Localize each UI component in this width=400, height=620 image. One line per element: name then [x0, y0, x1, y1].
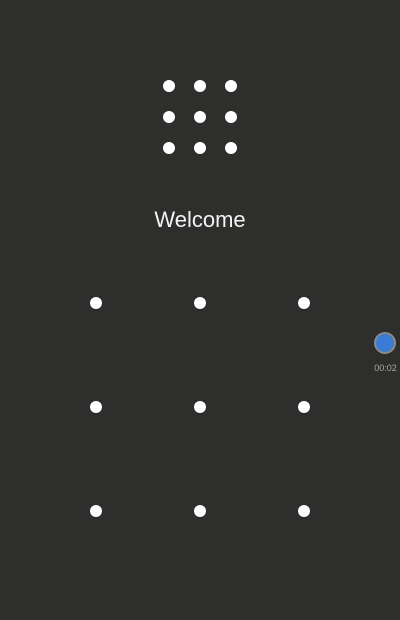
pattern-node[interactable] — [44, 251, 148, 355]
pattern-lock-grid[interactable] — [44, 251, 356, 563]
pattern-dot — [194, 297, 206, 309]
pattern-node[interactable] — [44, 459, 148, 563]
preview-dot — [194, 111, 206, 123]
preview-dot — [194, 80, 206, 92]
record-icon[interactable] — [374, 332, 396, 354]
pattern-node[interactable] — [44, 355, 148, 459]
welcome-title: Welcome — [154, 207, 246, 232]
pattern-dot — [194, 401, 206, 413]
pattern-preview — [152, 69, 247, 164]
pattern-dot — [90, 505, 102, 517]
pattern-node[interactable] — [148, 251, 252, 355]
preview-dot — [225, 80, 237, 92]
pattern-node[interactable] — [148, 459, 252, 563]
preview-dot — [163, 142, 175, 154]
pattern-node[interactable] — [252, 355, 356, 459]
preview-dot — [225, 111, 237, 123]
preview-dot — [225, 142, 237, 154]
recording-timer: 00:02 — [374, 363, 397, 373]
preview-dot — [163, 80, 175, 92]
pattern-dot — [90, 297, 102, 309]
preview-dot — [194, 142, 206, 154]
screen-recording-indicator: 00:02 — [371, 332, 400, 376]
pattern-node[interactable] — [252, 251, 356, 355]
preview-dot — [163, 111, 175, 123]
pattern-node[interactable] — [148, 355, 252, 459]
pattern-dot — [298, 297, 310, 309]
record-icon-fill — [376, 334, 394, 352]
pattern-dot — [298, 505, 310, 517]
pattern-node[interactable] — [252, 459, 356, 563]
pattern-dot — [90, 401, 102, 413]
pattern-dot — [194, 505, 206, 517]
lock-screen: Welcome 00:02 — [0, 0, 400, 620]
pattern-dot — [298, 401, 310, 413]
